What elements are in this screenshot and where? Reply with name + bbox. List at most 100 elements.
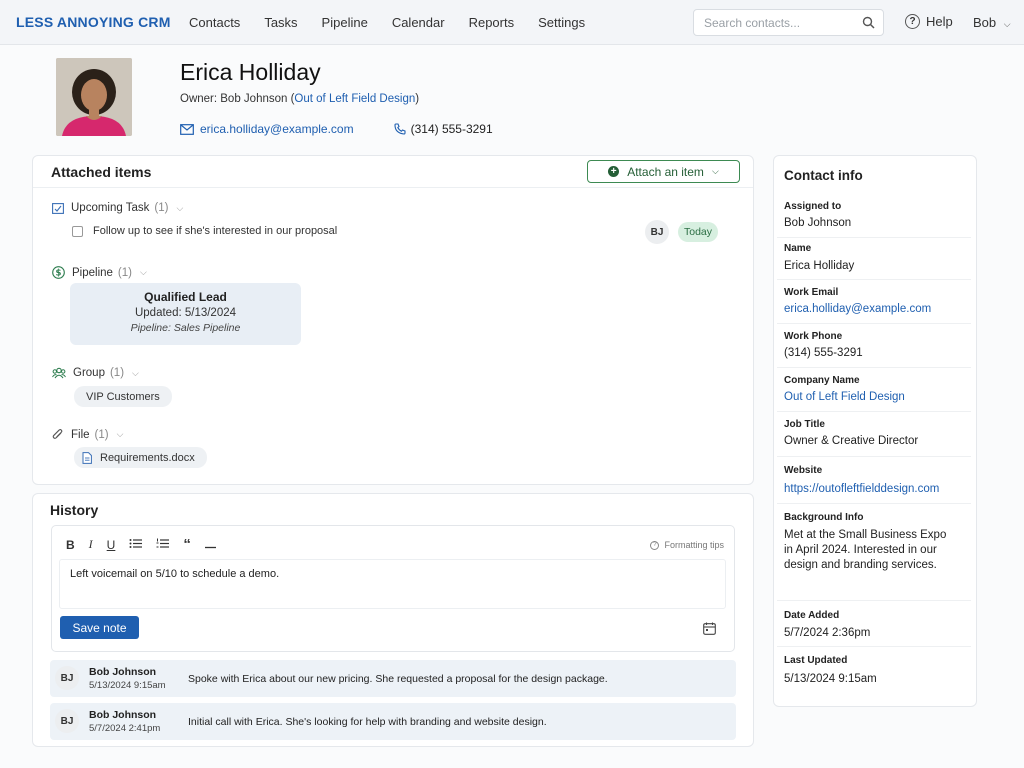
pipeline-updated: Updated: 5/13/2024	[134, 307, 237, 319]
field-value: (314) 555-3291	[784, 347, 863, 359]
field-label: Background Info	[784, 512, 864, 523]
pipeline-card[interactable]: Qualified Lead Updated: 5/13/2024 Pipeli…	[70, 283, 301, 345]
avatar: BJ	[645, 220, 669, 244]
nav-settings[interactable]: Settings	[538, 15, 585, 30]
history-entry[interactable]: BJ Bob Johnson 5/7/2024 2:41pm Initial c…	[50, 703, 736, 740]
attach-item-button[interactable]: + Attach an item ⌵	[587, 160, 740, 183]
user-name: Bob	[973, 15, 997, 30]
field-value: 5/13/2024 9:15am	[784, 673, 877, 685]
underline-button[interactable]: U	[107, 538, 116, 552]
field-label: Last Updated	[784, 655, 848, 666]
nav-pipeline[interactable]: Pipeline	[322, 15, 368, 30]
history-entry[interactable]: BJ Bob Johnson 5/13/2024 9:15am Spoke wi…	[50, 660, 736, 697]
chevron-down-icon: ⌵	[139, 267, 147, 277]
search-input[interactable]: Search contacts...	[693, 9, 884, 36]
calendar-icon[interactable]	[703, 622, 716, 638]
help-button[interactable]: ? Help	[905, 14, 953, 29]
field-website[interactable]: Website https://outofleftfielddesign.com	[777, 457, 971, 504]
editor-toolbar: B I U “	[66, 537, 230, 552]
contact-photo	[56, 58, 132, 136]
bold-button[interactable]: B	[66, 538, 75, 552]
history-text: Initial call with Erica. She's looking f…	[188, 716, 547, 728]
numbered-list-icon[interactable]	[156, 538, 170, 552]
contact-name: Erica Holliday	[180, 59, 321, 85]
owner-label: Owner: Bob Johnson (	[180, 93, 295, 105]
task-text[interactable]: Follow up to see if she's interested in …	[93, 225, 337, 237]
field-value: 5/7/2024 2:36pm	[784, 627, 871, 639]
chevron-down-icon: ⌵	[711, 166, 719, 176]
file-name: Requirements.docx	[100, 451, 195, 464]
attach-item-label: Attach an item	[627, 164, 704, 179]
history-text: Spoke with Erica about our new pricing. …	[188, 673, 608, 685]
field-label: Company Name	[784, 375, 860, 386]
field-value: Owner & Creative Director	[784, 435, 919, 447]
group-count: (1)	[109, 367, 125, 379]
pipeline-name: Pipeline: Sales Pipeline	[130, 322, 241, 334]
field-work-phone[interactable]: Work Phone (314) 555-3291	[777, 324, 971, 368]
quote-icon[interactable]: “	[183, 537, 191, 552]
field-value[interactable]: Out of Left Field Design	[784, 390, 964, 405]
note-editor: B I U “ ? Formatting tips Left voicemail…	[51, 525, 735, 652]
contact-info-card: Contact info Assigned to Bob Johnson Nam…	[773, 155, 977, 707]
field-label: Work Email	[784, 287, 839, 298]
document-icon	[82, 451, 92, 464]
owner-company-link[interactable]: Out of Left Field Design	[294, 93, 415, 105]
field-assigned-to[interactable]: Assigned to Bob Johnson	[777, 194, 971, 238]
group-tag[interactable]: VIP Customers	[74, 386, 172, 407]
avatar: BJ	[55, 666, 79, 690]
task-checkbox[interactable]	[72, 225, 83, 237]
avatar: BJ	[55, 709, 79, 733]
italic-button[interactable]: I	[89, 537, 93, 552]
note-text: Left voicemail on 5/10 to schedule a dem…	[70, 568, 280, 580]
help-label: Help	[926, 14, 953, 29]
pipeline-count: (1)	[117, 266, 132, 279]
divider	[33, 187, 753, 188]
field-date-added: Date Added 5/7/2024 2:36pm	[777, 601, 971, 647]
contact-phone-text: (314) 555-3291	[410, 122, 493, 136]
due-date-badge: Today	[678, 222, 718, 242]
save-note-button[interactable]: Save note	[60, 616, 139, 639]
field-last-updated: Last Updated 5/13/2024 9:15am	[777, 647, 971, 693]
phone-icon	[394, 123, 406, 135]
chevron-down-icon: ⌵	[116, 429, 124, 439]
user-menu[interactable]: Bob ⌵	[973, 15, 1011, 30]
plus-icon: +	[608, 166, 620, 177]
field-work-email[interactable]: Work Email erica.holliday@example.com	[777, 280, 971, 324]
field-name[interactable]: Name Erica Holliday	[777, 238, 971, 280]
group-section-toggle[interactable]: Group (1) ⌵	[52, 367, 139, 379]
contact-info-title: Contact info	[784, 168, 863, 183]
top-nav-bar: LESS ANNOYING CRM Contacts Tasks Pipelin…	[0, 0, 1024, 45]
task-item: Follow up to see if she's interested in …	[72, 225, 337, 237]
field-company-name[interactable]: Company Name Out of Left Field Design	[777, 368, 971, 412]
pipeline-section-toggle[interactable]: $ Pipeline (1) ⌵	[52, 266, 147, 279]
search-placeholder: Search contacts...	[704, 16, 801, 30]
field-background-info[interactable]: Background Info Met at the Small Busines…	[777, 504, 971, 601]
field-label: Work Phone	[784, 331, 843, 342]
formatting-tips-link[interactable]: ? Formatting tips	[650, 540, 724, 550]
contact-owner: Owner: Bob Johnson (Out of Left Field De…	[180, 93, 419, 105]
nav-calendar[interactable]: Calendar	[392, 15, 445, 30]
help-icon: ?	[650, 540, 660, 550]
attached-items-title: Attached items	[51, 164, 152, 180]
app-logo[interactable]: LESS ANNOYING CRM	[16, 14, 171, 30]
nav-tasks[interactable]: Tasks	[264, 15, 297, 30]
attached-items-card: Attached items + Attach an item ⌵ Upcomi…	[32, 155, 754, 485]
contact-email[interactable]: erica.holliday@example.com	[180, 122, 354, 136]
field-value[interactable]: https://outofleftfielddesign.com	[784, 482, 964, 497]
upcoming-task-section-toggle[interactable]: Upcoming Task (1) ⌵	[52, 202, 183, 214]
file-count: (1)	[94, 428, 109, 441]
search-icon[interactable]	[862, 16, 875, 32]
file-label: File	[71, 428, 90, 441]
file-attachment[interactable]: Requirements.docx	[74, 447, 207, 468]
horizontal-rule-icon[interactable]	[204, 538, 216, 552]
field-value[interactable]: erica.holliday@example.com	[784, 302, 964, 317]
field-job-title[interactable]: Job Title Owner & Creative Director	[777, 412, 971, 457]
bullet-list-icon[interactable]	[129, 538, 143, 552]
pipeline-label: Pipeline	[72, 266, 113, 279]
nav-contacts[interactable]: Contacts	[189, 15, 240, 30]
contact-phone[interactable]: (314) 555-3291	[394, 122, 493, 136]
nav-reports[interactable]: Reports	[469, 15, 515, 30]
note-textarea[interactable]: Left voicemail on 5/10 to schedule a dem…	[59, 559, 726, 609]
history-timestamp: 5/7/2024 2:41pm	[89, 723, 161, 734]
file-section-toggle[interactable]: File (1) ⌵	[52, 428, 123, 441]
